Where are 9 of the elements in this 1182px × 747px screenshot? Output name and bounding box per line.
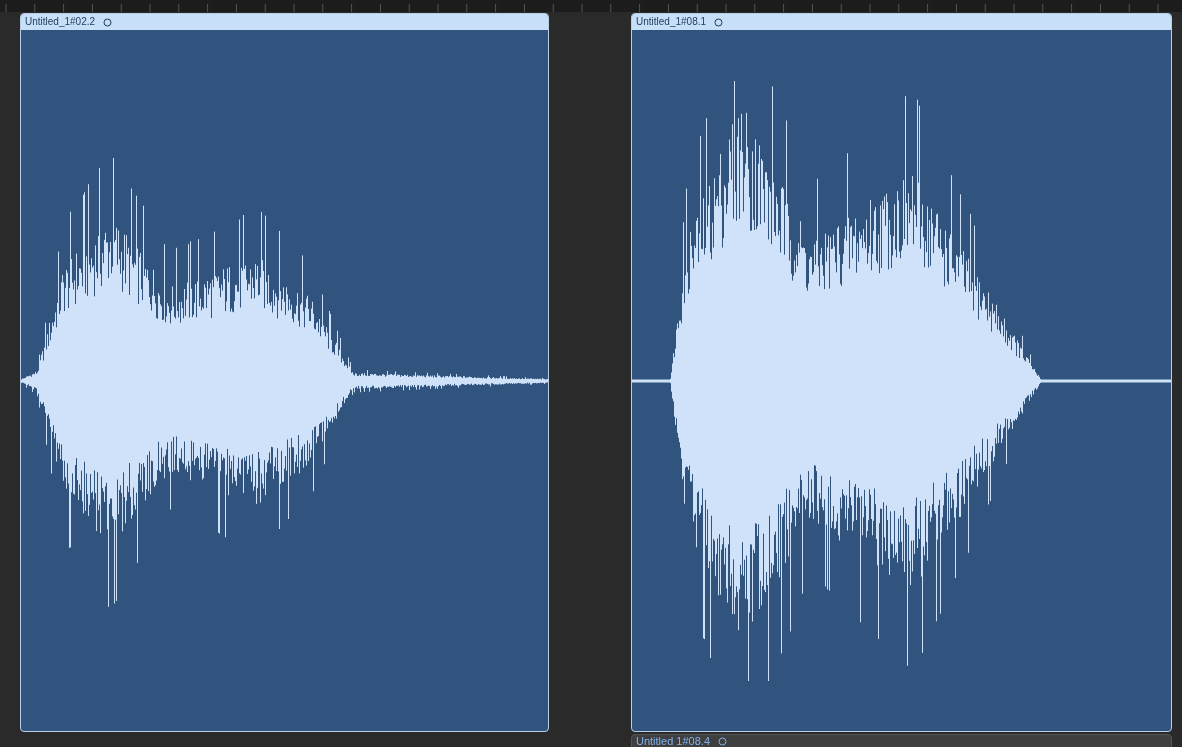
audio-region[interactable]: Untitled_1#08.1 (631, 13, 1172, 732)
region-title: Untitled_1#08.1 (636, 17, 707, 27)
circle-icon[interactable] (714, 17, 724, 27)
circle-icon[interactable] (718, 736, 727, 746)
region-title: Untitled_1#02.2 (25, 17, 96, 27)
circle-icon[interactable] (103, 17, 113, 27)
audio-region[interactable]: Untitled 1#08.4 (631, 734, 1172, 747)
audio-region[interactable]: Untitled_1#02.2 (20, 13, 549, 732)
region-title: Untitled 1#08.4 (636, 735, 710, 747)
